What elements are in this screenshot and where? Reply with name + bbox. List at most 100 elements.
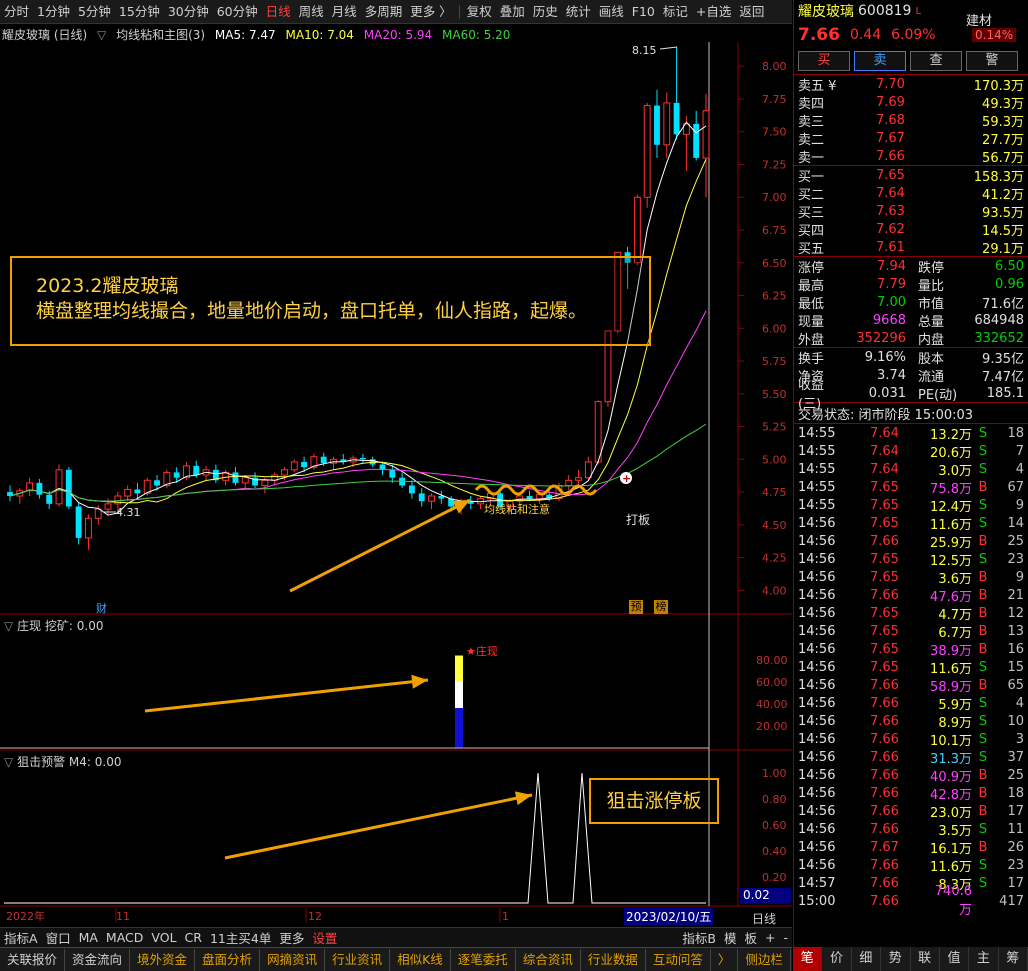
bid-volume: 41.2万 — [982, 187, 1024, 203]
bid-row[interactable]: 买二 7.64 41.2万 — [794, 184, 1028, 203]
quote-pct: 6.09% — [891, 27, 936, 43]
tick-count: 18 — [1007, 425, 1024, 441]
panel2-dropdown-icon[interactable]: ▽ — [4, 619, 13, 633]
tick-count: 17 — [1007, 875, 1024, 891]
stat-value: 6.50 — [995, 258, 1024, 274]
indicator-tab-3[interactable]: MACD — [102, 930, 147, 945]
side-tab-3[interactable]: 势 — [881, 947, 911, 971]
quote-action-button-3[interactable]: 警 — [966, 51, 1018, 71]
ask-row[interactable]: 卖二 7.67 27.7万 — [794, 129, 1028, 148]
rank-marker[interactable]: 榜 — [654, 600, 668, 614]
indicator-tab-0[interactable]: 指标A — [0, 928, 42, 947]
tick-price: 7.66 — [870, 785, 899, 801]
tick-time: 14:56 — [798, 641, 836, 657]
finance-marker[interactable]: 财 — [96, 600, 107, 616]
side-tab-2[interactable]: 细 — [852, 947, 882, 971]
panel2-arrow — [144, 678, 429, 713]
stat-value: 0.031 — [868, 385, 906, 401]
panel3-dropdown-icon[interactable]: ▽ — [4, 755, 13, 769]
candle-body — [320, 456, 327, 464]
tick-volume: 8.9万 — [938, 715, 972, 731]
candle-body — [408, 485, 415, 494]
stat-label: PE(动) — [918, 387, 958, 403]
tick-price: 7.67 — [870, 839, 899, 855]
indicator-tab-4[interactable]: VOL — [147, 930, 180, 945]
indicator-tab-1[interactable]: 窗口 — [42, 928, 75, 947]
info-tab-6[interactable]: 相似K线 — [390, 948, 451, 971]
indicator-b-control-0[interactable]: 指标B — [678, 928, 720, 947]
candle-body — [75, 506, 82, 538]
tick-volume: 10.1万 — [930, 733, 972, 749]
tick-volume: 3.5万 — [938, 823, 972, 839]
info-tab-7[interactable]: 逐笔委托 — [451, 948, 516, 971]
ask-row[interactable]: 卖三 7.68 59.3万 — [794, 111, 1028, 130]
ask-row[interactable]: 卖四 7.69 49.3万 — [794, 93, 1028, 112]
tick-price: 7.66 — [870, 821, 899, 837]
tick-side: S — [978, 695, 988, 711]
indicator-b-control-1[interactable]: 模 — [720, 928, 741, 947]
ask-book: 卖五 ¥ 7.70 170.3万 卖四 7.69 49.3万 卖三 7.68 59.3万 卖二 7.… — [794, 74, 1028, 166]
info-tab-10[interactable]: 互动问答 — [646, 948, 711, 971]
bid-row[interactable]: 买三 7.63 93.5万 — [794, 202, 1028, 221]
tick-row: 14:55 7.64 20.6万 S 7 — [794, 442, 1028, 461]
bid-row[interactable]: 买四 7.62 14.5万 — [794, 220, 1028, 239]
indicator-b-control-2[interactable]: 板 — [740, 928, 761, 947]
info-tab-0[interactable]: 关联报价 — [0, 948, 66, 971]
panel2-sub: 挖矿: 0.00 — [44, 619, 104, 633]
bid-row[interactable]: 买一 7.65 158.3万 — [794, 166, 1028, 185]
indicator-tab-5[interactable]: CR — [181, 930, 206, 945]
stat-value: 3.74 — [877, 367, 906, 383]
tick-volume: 42.8万 — [930, 787, 972, 803]
tick-side: S — [978, 713, 988, 729]
indicator-tab-7[interactable]: 更多 — [275, 928, 308, 947]
ask-row[interactable]: 卖五 ¥ 7.70 170.3万 — [794, 75, 1028, 94]
annotation-line1: 2023.2耀皮玻璃 — [36, 275, 179, 297]
info-tab-3[interactable]: 盘面分析 — [195, 948, 261, 971]
tick-price: 7.66 — [870, 695, 899, 711]
side-tab-6[interactable]: 主 — [969, 947, 999, 971]
quote-action-button-0[interactable]: 买 — [798, 51, 850, 71]
tick-price: 7.65 — [870, 605, 899, 621]
indicator-tab-2[interactable]: MA — [75, 930, 102, 945]
quote-action-button-2[interactable]: 查 — [910, 51, 962, 71]
info-tab-4[interactable]: 网摘资讯 — [260, 948, 326, 971]
tick-time: 14:56 — [798, 515, 836, 531]
indicator-tab-8[interactable]: 设置 — [308, 928, 341, 947]
tick-row: 14:56 7.65 4.7万 B 12 — [794, 604, 1028, 623]
tick-list[interactable]: 14:55 7.64 13.2万 S 18 14:55 7.64 20.6万 S 7 14:55 7.… — [794, 424, 1028, 919]
ask-row[interactable]: 卖一 7.66 56.7万 — [794, 147, 1028, 166]
indicator-tab-6[interactable]: 11主买4单 — [206, 928, 275, 947]
period-label[interactable]: 日线 — [752, 910, 776, 927]
info-tab-11[interactable]: 〉 — [711, 948, 739, 971]
tick-price: 7.65 — [870, 659, 899, 675]
stat-value: 7.47亿 — [982, 369, 1024, 385]
bid-row[interactable]: 买五 7.61 29.1万 — [794, 238, 1028, 257]
info-tab-12[interactable]: 侧边栏 — [738, 948, 791, 971]
candle-body — [594, 401, 602, 463]
panel2-title[interactable]: 庄现 — [17, 619, 41, 633]
side-tab-7[interactable]: 筹 — [999, 947, 1028, 971]
tick-count: 11 — [1007, 821, 1024, 837]
tick-count: 21 — [1007, 587, 1024, 603]
stat-label: 最低 — [798, 296, 825, 312]
info-tab-2[interactable]: 境外资金 — [130, 948, 196, 971]
side-tab-5[interactable]: 值 — [940, 947, 970, 971]
panel3-title[interactable]: 狙击预警 — [17, 755, 65, 769]
tick-count: 17 — [1007, 803, 1024, 819]
info-tab-9[interactable]: 行业数据 — [581, 948, 646, 971]
side-tab-1[interactable]: 价 — [822, 947, 852, 971]
bid-price: 7.64 — [876, 185, 905, 201]
tick-count: 14 — [1007, 515, 1024, 531]
quote-action-button-1[interactable]: 卖 — [854, 51, 906, 71]
side-tab-4[interactable]: 联 — [911, 947, 940, 971]
indicator-b-control-3[interactable]: + — [761, 930, 779, 945]
tick-time: 14:56 — [798, 695, 836, 711]
info-tab-5[interactable]: 行业资讯 — [325, 948, 391, 971]
indicator-b-control-4[interactable]: - — [779, 930, 792, 945]
forecast-marker[interactable]: 预 — [629, 600, 643, 614]
panel3-arrow-head — [514, 791, 532, 806]
info-tab-1[interactable]: 资金流向 — [65, 948, 131, 971]
side-tab-0[interactable]: 笔 — [793, 947, 823, 971]
stat-label: 换手 — [798, 351, 825, 367]
info-tab-8[interactable]: 综合资讯 — [516, 948, 581, 971]
